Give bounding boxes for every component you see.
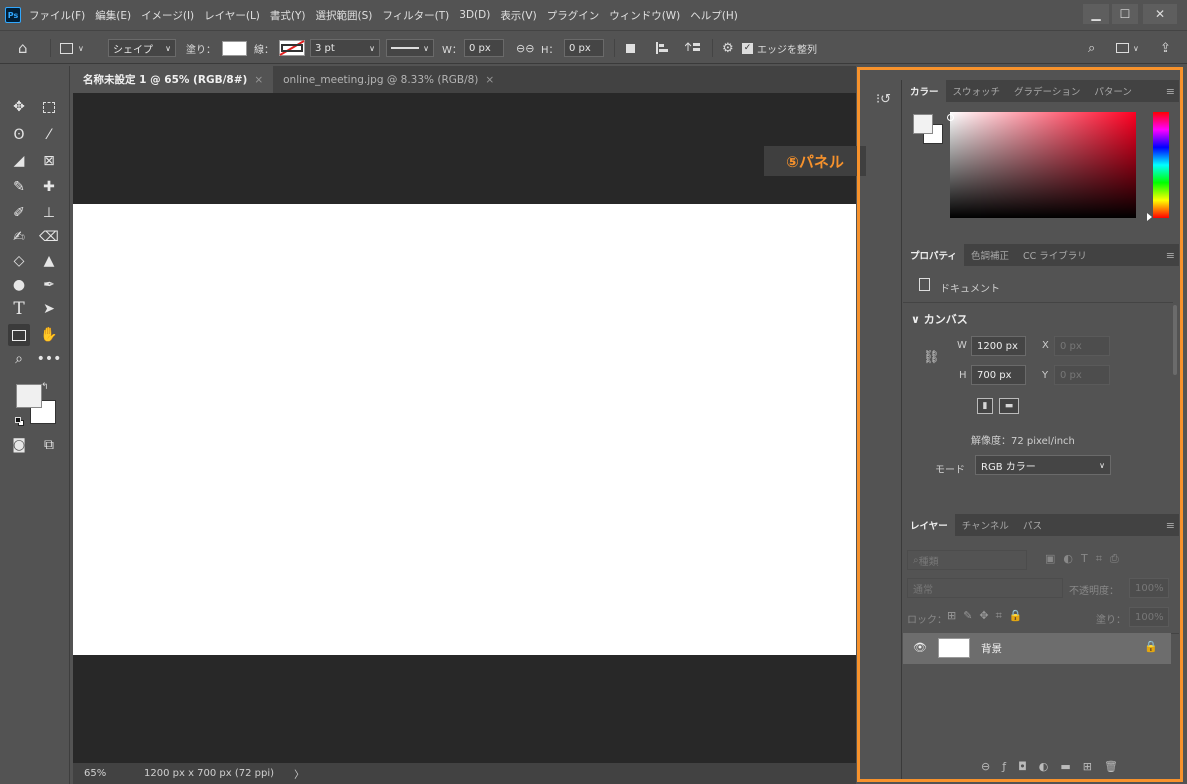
search-icon[interactable]: ⌕ bbox=[1088, 38, 1095, 58]
document-canvas[interactable] bbox=[73, 204, 856, 655]
menu-select[interactable]: 選択範囲(S) bbox=[316, 8, 373, 23]
menu-view[interactable]: 表示(V) bbox=[500, 8, 536, 23]
default-colors-icon[interactable] bbox=[15, 417, 24, 426]
stroke-width-field[interactable]: 3 pt ∨ bbox=[310, 38, 380, 58]
path-selection-tool-icon[interactable]: ➤ bbox=[38, 298, 60, 320]
clone-stamp-tool-icon[interactable]: ⊥ bbox=[38, 202, 60, 224]
stroke-label: 線： bbox=[254, 44, 274, 56]
menu-type[interactable]: 書式(Y) bbox=[270, 8, 306, 23]
type-tool-icon[interactable]: T bbox=[8, 298, 30, 320]
path-arrangement-icon[interactable] bbox=[685, 38, 701, 58]
paint-bucket-tool-icon[interactable]: ◇ bbox=[8, 250, 30, 272]
menu-window[interactable]: ウィンドウ(W) bbox=[609, 8, 680, 23]
doc-tab-online-meeting[interactable]: online_meeting.jpg @ 8.33% (RGB/8) × bbox=[273, 66, 504, 93]
menu-layer[interactable]: レイヤー(L) bbox=[204, 8, 260, 23]
menu-filter[interactable]: フィルター(T) bbox=[382, 8, 449, 23]
home-icon[interactable]: ⌂ bbox=[18, 38, 28, 58]
width-field[interactable]: 0 px bbox=[464, 38, 504, 58]
height-field[interactable]: 0 px bbox=[564, 38, 604, 58]
menu-image[interactable]: イメージ(I) bbox=[141, 8, 194, 23]
quick-mask-icon[interactable]: ◙ bbox=[8, 434, 30, 456]
screen-mode-icon[interactable]: ⧉ bbox=[38, 434, 60, 456]
panel-highlight-frame bbox=[857, 67, 1183, 782]
close-button[interactable]: ✕ bbox=[1143, 4, 1177, 24]
blur-tool-icon[interactable]: ▲ bbox=[38, 250, 60, 272]
divider bbox=[614, 39, 615, 57]
stroke-style-select[interactable]: ∨ bbox=[386, 38, 434, 58]
panel-annotation-label: ⑤パネル bbox=[764, 146, 866, 176]
brush-tool-icon[interactable]: ✐ bbox=[8, 202, 30, 224]
document-size-info: 1200 px x 700 px (72 ppi) bbox=[144, 768, 275, 779]
menu-plugins[interactable]: プラグイン bbox=[547, 8, 600, 23]
more-tools-icon[interactable]: ••• bbox=[37, 348, 62, 370]
share-icon[interactable]: ⇪ bbox=[1160, 38, 1171, 58]
move-tool-icon[interactable]: ✥ bbox=[8, 96, 30, 118]
marquee-tool-icon[interactable] bbox=[38, 96, 60, 118]
checkbox-check-icon: ✓ bbox=[742, 42, 753, 54]
menu-3d[interactable]: 3D(D) bbox=[459, 9, 490, 21]
minimize-button[interactable]: ▁ bbox=[1083, 4, 1109, 24]
tab-label: online_meeting.jpg @ 8.33% (RGB/8) bbox=[283, 73, 479, 86]
divider bbox=[50, 39, 51, 57]
frame-tool-icon[interactable]: ⊠ bbox=[38, 150, 60, 172]
gear-icon[interactable]: ⚙ bbox=[722, 38, 734, 58]
align-edges-checkbox[interactable]: ✓ エッジを整列 bbox=[742, 38, 817, 58]
close-tab-icon[interactable]: × bbox=[485, 74, 494, 86]
close-tab-icon[interactable]: × bbox=[254, 74, 263, 86]
document-tabs: 名称未設定 1 @ 65% (RGB/8#) × online_meeting.j… bbox=[73, 66, 856, 93]
fill-swatch[interactable] bbox=[222, 38, 247, 58]
menu-edit[interactable]: 編集(E) bbox=[95, 8, 131, 23]
link-dimensions-icon[interactable]: ⊖⊖ bbox=[516, 38, 534, 58]
eraser-tool-icon[interactable]: ⌫ bbox=[38, 226, 60, 248]
zoom-level[interactable]: 65% bbox=[84, 768, 134, 779]
workspace-switcher-icon[interactable]: ∨ bbox=[1116, 38, 1139, 58]
shape-mode-select[interactable]: シェイプ ∨ bbox=[108, 38, 176, 58]
menu-bar: Ps ファイル(F) 編集(E) イメージ(I) レイヤー(L) 書式(Y) 選… bbox=[0, 0, 1187, 30]
fill-label: 塗り： bbox=[186, 44, 216, 56]
status-bar: 65% 1200 px x 700 px (72 ppi) 〉 bbox=[73, 763, 856, 784]
swap-colors-icon[interactable]: ↰ bbox=[41, 382, 49, 392]
tools-panel: ✥ ʘ ⁄ ◢ ⊠ ✎ ✚ ✐ ⊥ ✍ ⌫ ◇ ▲ ● ✒ T ➤ ✋ ⌕ ••… bbox=[0, 66, 70, 784]
menu-file[interactable]: ファイル(F) bbox=[29, 8, 85, 23]
options-bar: ⌂ ∨ シェイプ ∨ 塗り： 線： 3 pt ∨ ∨ W： 0 px ⊖⊖ H： 0… bbox=[0, 30, 1187, 64]
rectangle-tool-icon[interactable] bbox=[8, 324, 30, 346]
crop-brush-icon[interactable]: ◢ bbox=[8, 150, 30, 172]
hand-tool-icon[interactable]: ✋ bbox=[38, 324, 60, 346]
stroke-swatch[interactable] bbox=[279, 38, 305, 58]
path-alignment-icon[interactable] bbox=[655, 38, 669, 58]
dodge-tool-icon[interactable]: ● bbox=[8, 274, 30, 296]
lasso-tool-icon[interactable]: ʘ bbox=[8, 124, 30, 146]
photoshop-logo-icon: Ps bbox=[5, 7, 21, 23]
foreground-color-swatch[interactable] bbox=[16, 384, 42, 408]
chevron-right-icon[interactable]: 〉 bbox=[294, 766, 304, 781]
menu-help[interactable]: ヘルプ(H) bbox=[690, 8, 738, 23]
pen-tool-icon[interactable]: ✒ bbox=[38, 274, 60, 296]
maximize-button[interactable]: ☐ bbox=[1112, 4, 1138, 24]
magic-wand-tool-icon[interactable]: ⁄ bbox=[38, 124, 60, 146]
healing-brush-tool-icon[interactable]: ✚ bbox=[38, 176, 60, 198]
tab-label: 名称未設定 1 @ 65% (RGB/8#) bbox=[83, 74, 248, 86]
height-label: H： bbox=[541, 44, 559, 56]
tool-preset-picker[interactable]: ∨ bbox=[60, 38, 84, 58]
history-brush-tool-icon[interactable]: ✍ bbox=[8, 226, 30, 248]
divider bbox=[712, 39, 713, 57]
doc-tab-untitled[interactable]: 名称未設定 1 @ 65% (RGB/8#) × bbox=[73, 66, 274, 93]
zoom-tool-icon[interactable]: ⌕ bbox=[8, 348, 30, 370]
eyedropper-tool-icon[interactable]: ✎ bbox=[8, 176, 30, 198]
path-operations-icon[interactable] bbox=[626, 38, 635, 58]
width-label: W： bbox=[442, 44, 462, 56]
